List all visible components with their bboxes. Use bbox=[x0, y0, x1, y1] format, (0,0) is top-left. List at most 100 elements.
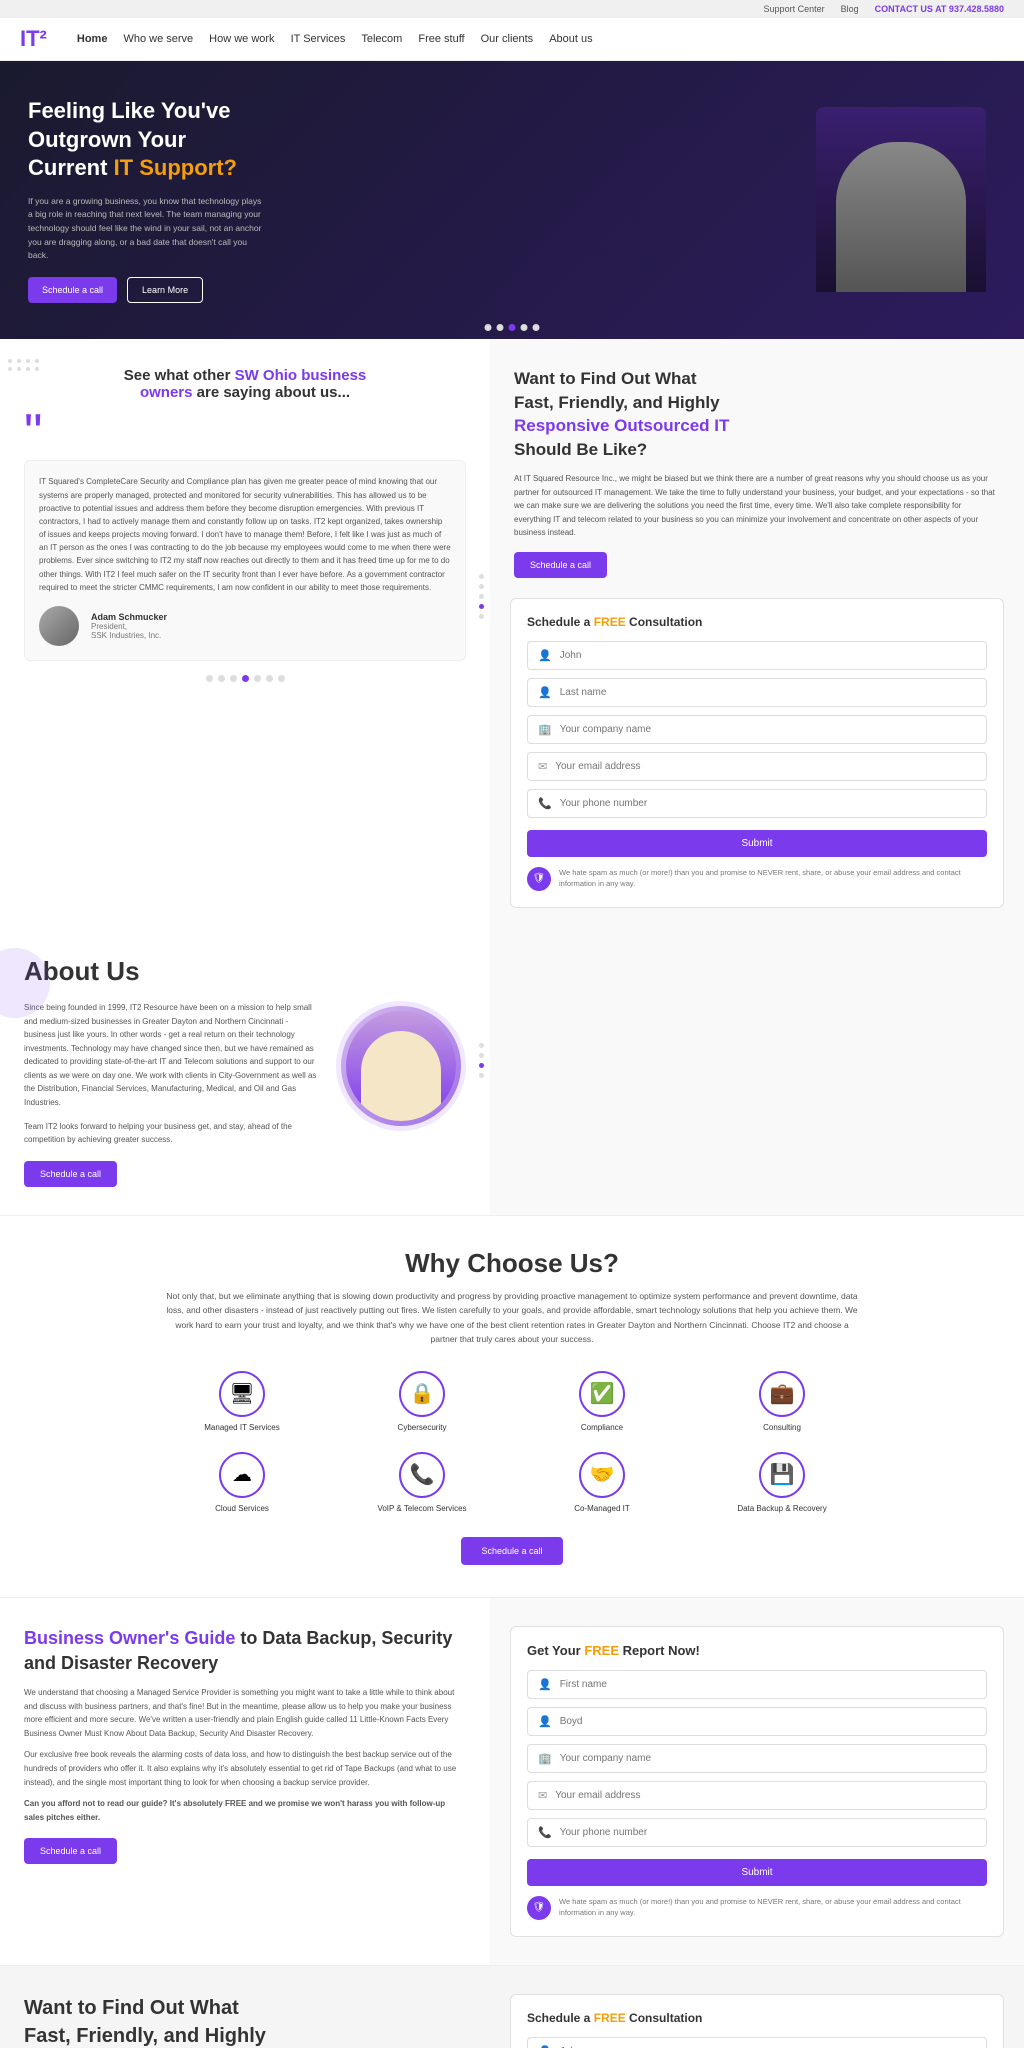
section-testimonials-hero: See what other SW Ohio businessowners ar… bbox=[0, 339, 1024, 928]
company-field[interactable]: 🏢 bbox=[527, 715, 987, 744]
nav-our-clients[interactable]: Our clients bbox=[481, 33, 534, 45]
test-dot-4[interactable] bbox=[242, 675, 249, 682]
building-icon-2: 🏢 bbox=[538, 1752, 552, 1765]
contact-link[interactable]: CONTACT US AT 937.428.5880 bbox=[875, 4, 1004, 14]
report-company-field[interactable]: 🏢 bbox=[527, 1744, 987, 1773]
hero-dot-4[interactable] bbox=[521, 324, 528, 331]
report-first-name-field[interactable]: 👤 bbox=[527, 1670, 987, 1699]
comanaged-icon: 🤝 bbox=[579, 1452, 625, 1498]
nav-telecom[interactable]: Telecom bbox=[361, 33, 402, 45]
test-dot-1[interactable] bbox=[206, 675, 213, 682]
company-input[interactable] bbox=[560, 724, 976, 735]
report-phone-input[interactable] bbox=[560, 1827, 976, 1838]
report-company-input[interactable] bbox=[560, 1753, 976, 1764]
blog-link[interactable]: Blog bbox=[841, 4, 859, 14]
last-name-field[interactable]: 👤 bbox=[527, 678, 987, 707]
about-cta[interactable]: Schedule a call bbox=[24, 1161, 117, 1187]
about-right-panel bbox=[490, 928, 1024, 1215]
b-first-name-input[interactable] bbox=[560, 2046, 976, 2048]
phone-input[interactable] bbox=[560, 798, 976, 809]
hero-person-bg bbox=[816, 107, 986, 292]
test-dot-3[interactable] bbox=[230, 675, 237, 682]
main-nav: IT² Home Who we serve How we work IT Ser… bbox=[0, 18, 1024, 61]
testimonial-card: IT Squared's CompleteCare Security and C… bbox=[24, 460, 466, 661]
cyber-icon: 🔒 bbox=[399, 1371, 445, 1417]
nav-who-we-serve[interactable]: Who we serve bbox=[123, 33, 193, 45]
report-form-title: Get Your FREE Report Now! bbox=[527, 1643, 987, 1658]
first-name-input[interactable] bbox=[560, 650, 976, 661]
author-avatar bbox=[39, 606, 79, 646]
voip-icon: 📞 bbox=[399, 1452, 445, 1498]
report-email-field[interactable]: ✉ bbox=[527, 1781, 987, 1810]
test-dot-7[interactable] bbox=[278, 675, 285, 682]
support-center-link[interactable]: Support Center bbox=[764, 4, 825, 14]
right-hero-cta[interactable]: Schedule a call bbox=[514, 552, 607, 578]
testimonials-section: See what other SW Ohio businessowners ar… bbox=[0, 339, 490, 928]
why-cta[interactable]: Schedule a call bbox=[461, 1537, 562, 1565]
hero-dot-1[interactable] bbox=[485, 324, 492, 331]
guide-body-1: We understand that choosing a Managed Se… bbox=[24, 1686, 466, 1740]
guide-body-3: Can you afford not to read our guide? It… bbox=[24, 1797, 466, 1824]
guide-cta[interactable]: Schedule a call bbox=[24, 1838, 117, 1864]
report-submit-btn[interactable]: Submit bbox=[527, 1859, 987, 1886]
report-last-name-input[interactable] bbox=[560, 1716, 976, 1727]
first-name-field[interactable]: 👤 bbox=[527, 641, 987, 670]
testimonial-author: Adam Schmucker President, SSK Industries… bbox=[39, 606, 451, 646]
testimonial-dots bbox=[24, 675, 466, 682]
bottom-hero-left: Want to Find Out WhatFast, Friendly, and… bbox=[0, 1966, 490, 2048]
test-dot-2[interactable] bbox=[218, 675, 225, 682]
report-phone-field[interactable]: 📞 bbox=[527, 1818, 987, 1847]
side-dot-3[interactable] bbox=[479, 594, 484, 599]
building-icon: 🏢 bbox=[538, 723, 552, 736]
nav-free-stuff[interactable]: Free stuff bbox=[418, 33, 464, 45]
hero-dot-3[interactable] bbox=[509, 324, 516, 331]
email-icon-2: ✉ bbox=[538, 1789, 547, 1802]
email-field[interactable]: ✉ bbox=[527, 752, 987, 781]
report-last-name-field[interactable]: 👤 bbox=[527, 1707, 987, 1736]
hero-title: Feeling Like You'veOutgrown YourCurrent … bbox=[28, 97, 796, 183]
side-dot-4[interactable] bbox=[479, 604, 484, 609]
service-consulting: 💼 Consulting bbox=[702, 1371, 862, 1432]
last-name-input[interactable] bbox=[560, 687, 976, 698]
guide-body-2: Our exclusive free book reveals the alar… bbox=[24, 1748, 466, 1789]
about-title: About Us bbox=[24, 956, 466, 987]
side-dot-2[interactable] bbox=[479, 584, 484, 589]
right-hero-title: Want to Find Out WhatFast, Friendly, and… bbox=[514, 367, 1000, 462]
compliance-icon: ✅ bbox=[579, 1371, 625, 1417]
b-person-icon: 👤 bbox=[538, 2045, 552, 2048]
bottom-hero-section: Want to Find Out WhatFast, Friendly, and… bbox=[0, 1965, 1024, 2048]
hero-buttons: Schedule a call Learn More bbox=[28, 277, 796, 303]
b-first-name-field[interactable]: 👤 bbox=[527, 2037, 987, 2048]
hero-cta-secondary[interactable]: Learn More bbox=[127, 277, 203, 303]
service-managed: 🖥 Managed IT Services bbox=[162, 1371, 322, 1432]
nav-about-us[interactable]: About us bbox=[549, 33, 592, 45]
test-dot-6[interactable] bbox=[266, 675, 273, 682]
nav-how-we-work[interactable]: How we work bbox=[209, 33, 274, 45]
testimonials-header: See what other SW Ohio businessowners ar… bbox=[24, 367, 466, 401]
report-first-name-input[interactable] bbox=[560, 1679, 976, 1690]
testimonial-text: IT Squared's CompleteCare Security and C… bbox=[39, 475, 451, 594]
form-submit-btn[interactable]: Submit bbox=[527, 830, 987, 857]
side-dot-5[interactable] bbox=[479, 614, 484, 619]
hero-dot-5[interactable] bbox=[533, 324, 540, 331]
free-report-section: Get Your FREE Report Now! 👤 👤 🏢 ✉ bbox=[490, 1598, 1024, 1965]
email-input[interactable] bbox=[555, 761, 976, 772]
nav-it-services[interactable]: IT Services bbox=[291, 33, 346, 45]
report-privacy: 🛡 We hate spam as much (or more!) than y… bbox=[527, 1896, 987, 1920]
cloud-label: Cloud Services bbox=[215, 1504, 269, 1513]
report-email-input[interactable] bbox=[555, 1790, 976, 1801]
test-dot-5[interactable] bbox=[254, 675, 261, 682]
hero-image-area bbox=[796, 97, 996, 303]
bottom-hero-title: Want to Find Out WhatFast, Friendly, and… bbox=[24, 1994, 466, 2048]
side-nav-right bbox=[479, 574, 484, 619]
side-dot-1[interactable] bbox=[479, 574, 484, 579]
phone-field[interactable]: 📞 bbox=[527, 789, 987, 818]
bottom-form-title: Schedule a FREE Consultation bbox=[527, 2011, 987, 2025]
person-icon-2: 👤 bbox=[538, 686, 552, 699]
service-compliance: ✅ Compliance bbox=[522, 1371, 682, 1432]
nav-home[interactable]: Home bbox=[77, 33, 108, 45]
hero-cta-primary[interactable]: Schedule a call bbox=[28, 277, 117, 303]
quote-mark: " bbox=[24, 413, 466, 455]
hero-dot-2[interactable] bbox=[497, 324, 504, 331]
hero-left: Feeling Like You'veOutgrown YourCurrent … bbox=[28, 97, 796, 303]
